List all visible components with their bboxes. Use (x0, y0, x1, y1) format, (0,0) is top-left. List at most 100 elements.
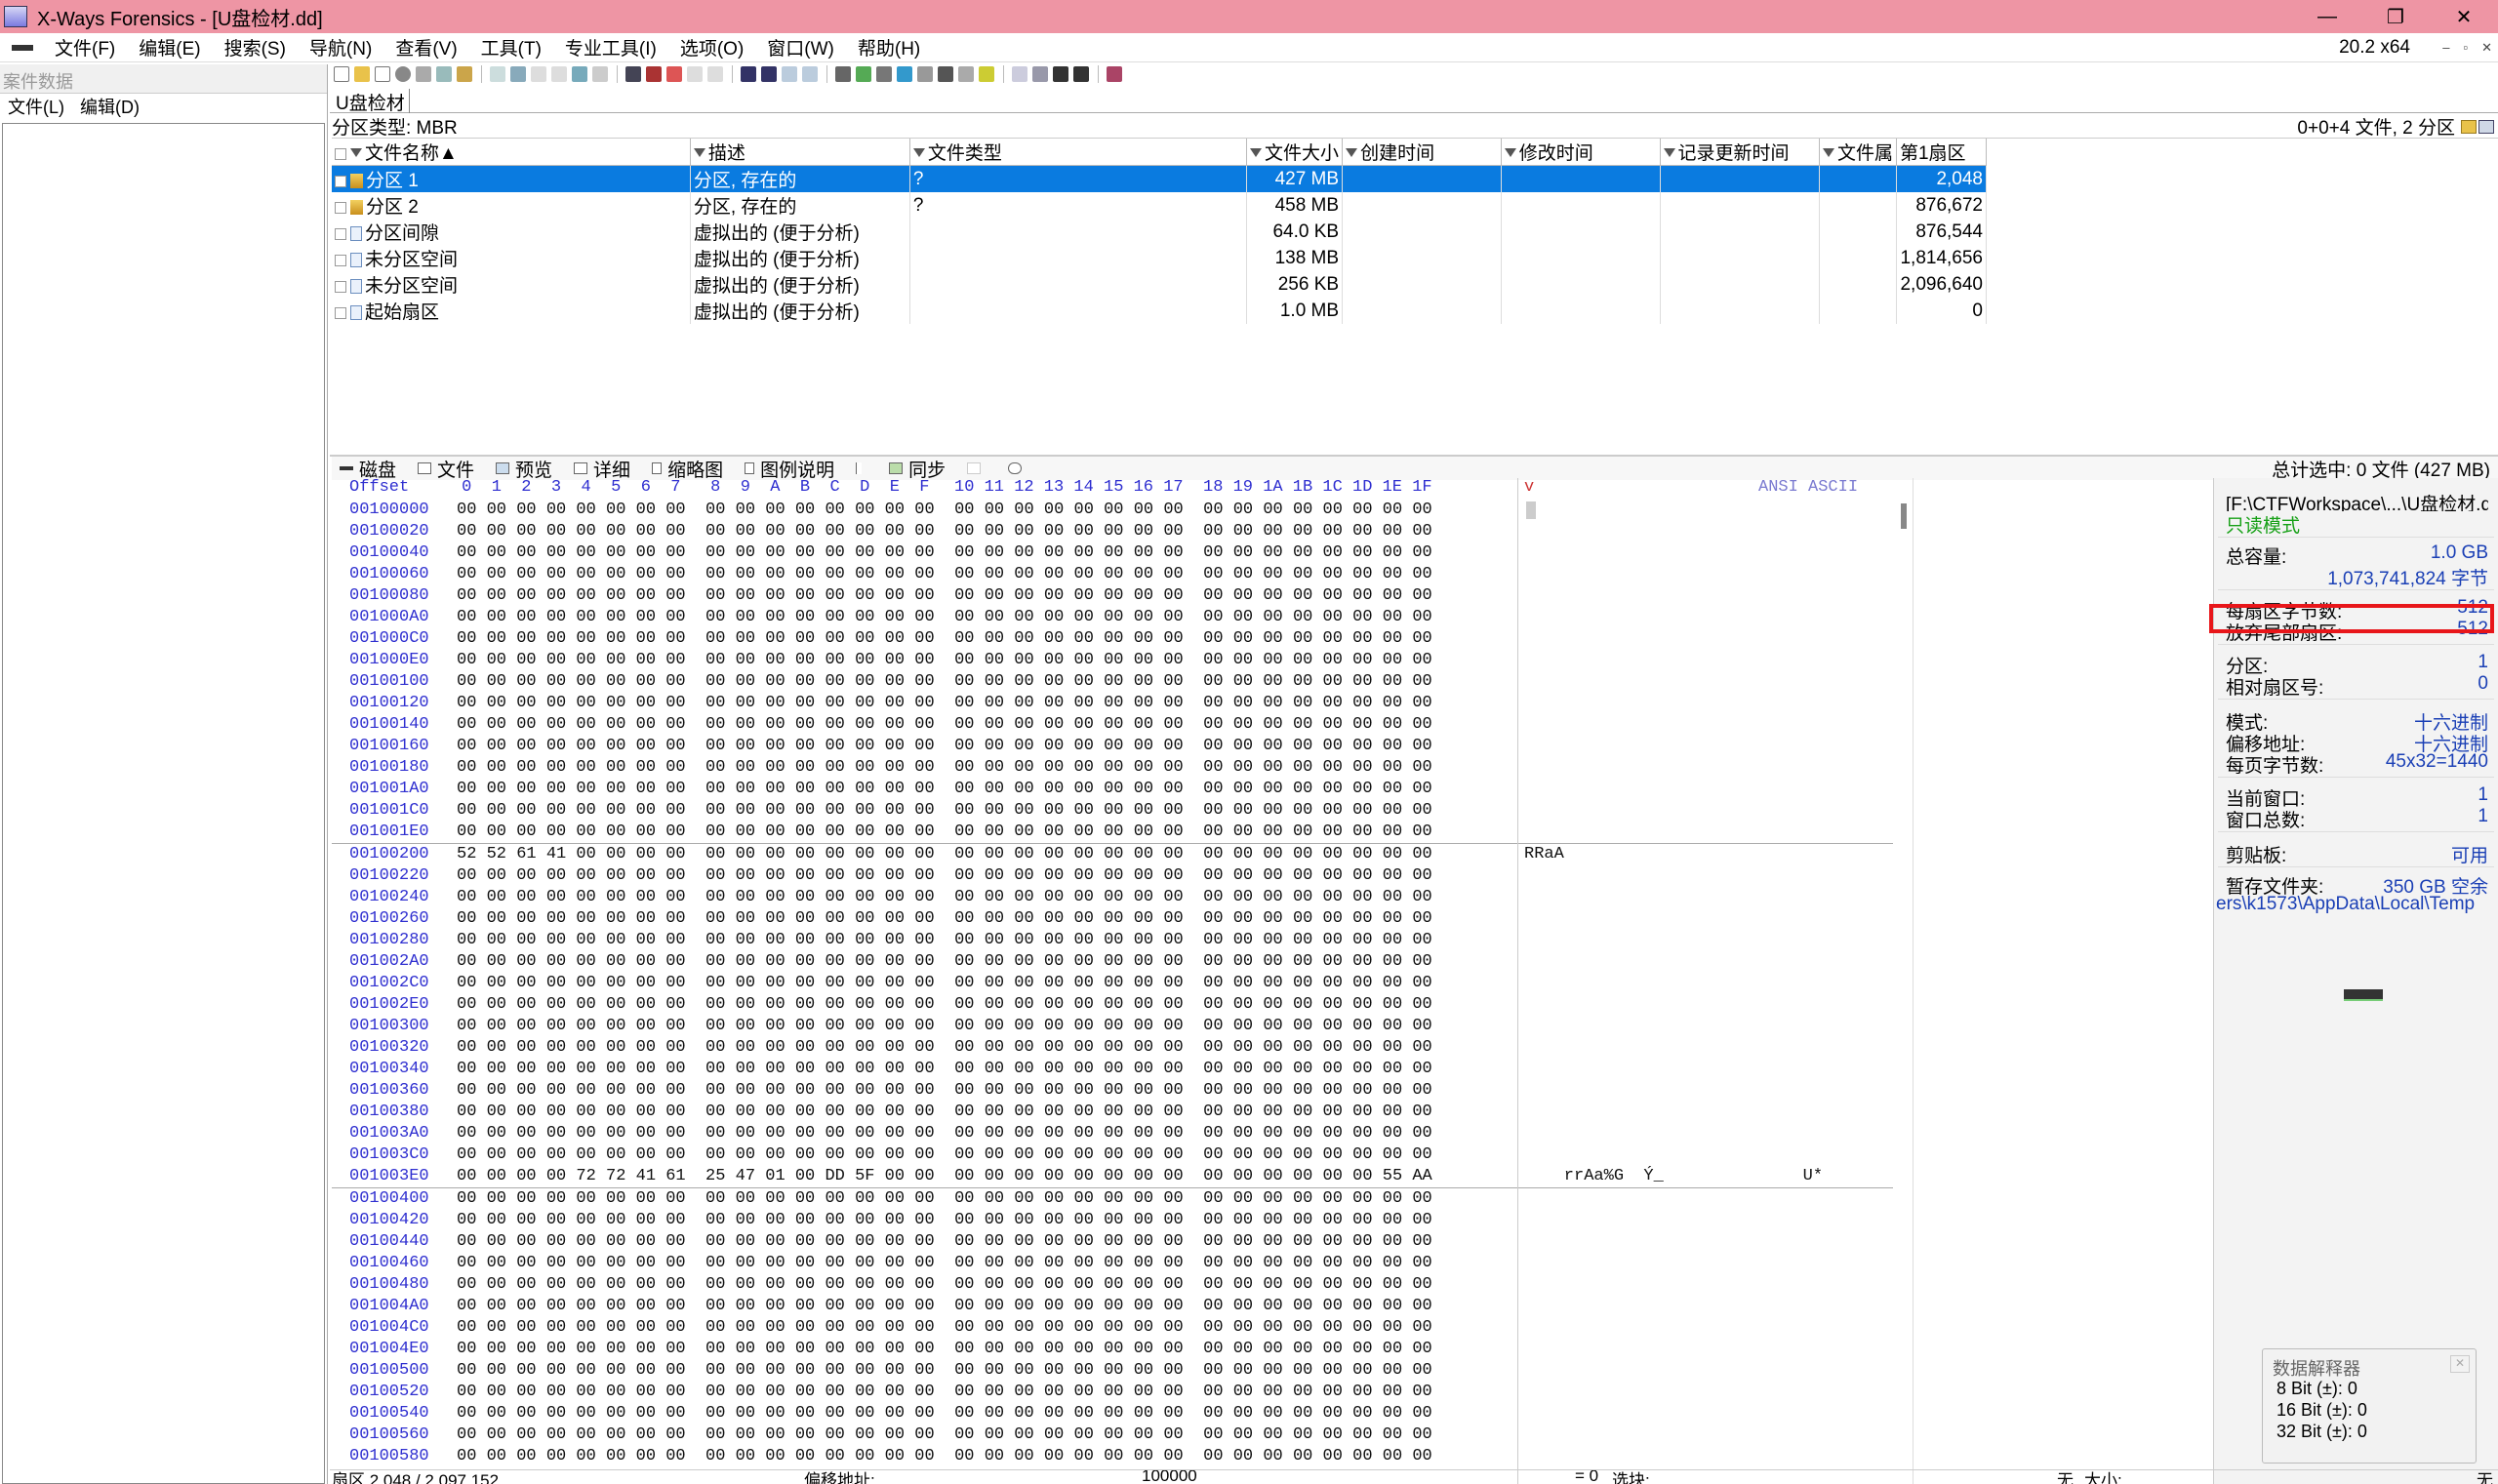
row-checkbox[interactable] (335, 227, 346, 240)
find-hex-icon[interactable] (646, 66, 662, 82)
hex-row[interactable]: 00100020 00 00 00 00 00 00 00 00 00 00 00… (332, 521, 1913, 542)
case-menu-edit[interactable]: 编辑(D) (72, 94, 147, 119)
print-icon[interactable] (416, 66, 431, 82)
column-header-size[interactable]: 文件大小 (1246, 139, 1344, 166)
column-header-created[interactable]: 创建时间 (1342, 139, 1502, 166)
properties-icon[interactable] (436, 66, 452, 82)
hex-row[interactable]: 001001A0 00 00 00 00 00 00 00 00 00 00 00… (332, 779, 1913, 800)
hex-row[interactable]: 00100480 00 00 00 00 00 00 00 00 00 00 00… (332, 1274, 1913, 1296)
hex-row[interactable]: 00100220 00 00 00 00 00 00 00 00 00 00 00… (332, 865, 1913, 887)
hex-row[interactable]: 00100440 00 00 00 00 00 00 00 00 00 00 00… (332, 1231, 1913, 1253)
table-row[interactable]: 分区 2 分区, 存在的? 458 MB 876,672 (332, 192, 1988, 219)
hex-row[interactable]: 00100420 00 00 00 00 00 00 00 00 00 00 00… (332, 1210, 1913, 1231)
flag-left-icon[interactable] (1053, 66, 1068, 82)
hex-bytes[interactable]: 00 00 00 00 00 00 00 00 00 00 00 00 00 0… (457, 1102, 1432, 1123)
hex-ascii[interactable]: RRaA (1524, 844, 1564, 865)
filter-icon[interactable] (1822, 147, 1834, 160)
paste-zero-icon[interactable] (572, 66, 587, 82)
hex-row[interactable]: 00100000 00 00 00 00 00 00 00 00 00 00 00… (332, 500, 1913, 521)
hex-row[interactable]: 00100180 00 00 00 00 00 00 00 00 00 00 00… (332, 757, 1913, 779)
hex-row[interactable]: 00100280 00 00 00 00 00 00 00 00 00 00 00… (332, 930, 1913, 951)
mdi-restore-button[interactable]: ▫ (2463, 40, 2468, 56)
hex-row[interactable]: 001000A0 00 00 00 00 00 00 00 00 00 00 00… (332, 607, 1913, 628)
hex-row[interactable]: 00100540 00 00 00 00 00 00 00 00 00 00 00… (332, 1403, 1913, 1424)
column-header-attributes[interactable]: 文件属 (1819, 139, 1897, 166)
column-header-first-sector[interactable]: 第1扇区 (1896, 139, 1988, 166)
copy-icon[interactable] (510, 66, 526, 82)
filter-icon[interactable] (1346, 147, 1358, 160)
filter-icon[interactable] (693, 147, 705, 160)
menu-tools[interactable]: 工具(T) (469, 34, 553, 60)
hex-row[interactable]: 00100580 00 00 00 00 00 00 00 00 00 00 00… (332, 1446, 1913, 1467)
hex-bytes[interactable]: 00 00 00 00 00 00 00 00 00 00 00 00 00 0… (457, 693, 1432, 714)
case-tree[interactable] (2, 123, 325, 1484)
hex-row[interactable]: 001001C0 00 00 00 00 00 00 00 00 00 00 00… (332, 800, 1913, 822)
hex-row[interactable]: 001001E0 00 00 00 00 00 00 00 00 00 00 00… (332, 822, 1913, 843)
hex-bytes[interactable]: 00 00 00 00 00 00 00 00 00 00 00 00 00 0… (457, 757, 1432, 779)
hex-row[interactable]: 00100360 00 00 00 00 00 00 00 00 00 00 00… (332, 1080, 1913, 1102)
hex-row[interactable]: 001004E0 00 00 00 00 00 00 00 00 00 00 00… (332, 1339, 1913, 1360)
hex-bytes[interactable]: 00 00 00 00 00 00 00 00 00 00 00 00 00 0… (457, 564, 1432, 585)
offset-mode-value[interactable]: 十六进制 (2414, 730, 2488, 755)
hex-row[interactable]: 001003E0 00 00 00 00 72 72 41 61 25 47 01… (332, 1166, 1913, 1187)
row-checkbox[interactable] (335, 254, 346, 266)
hex-bytes[interactable]: 00 00 00 00 00 00 00 00 00 00 00 00 00 0… (457, 930, 1432, 951)
open-folder-icon[interactable] (354, 66, 370, 82)
tab-u-disk-image[interactable]: U盘检材 (332, 89, 410, 114)
menu-search[interactable]: 搜索(S) (213, 34, 298, 60)
hex-bytes[interactable]: 00 00 00 00 00 00 00 00 00 00 00 00 00 0… (457, 1360, 1432, 1382)
hex-bytes[interactable]: 00 00 00 00 00 00 00 00 00 00 00 00 00 0… (457, 1296, 1432, 1317)
hex-editor[interactable]: Offset 0 1 2 3 4 5 6 7 8 9 A B C D E F 10 11 12 13 14 15 16 17 1… (332, 478, 2215, 1484)
options-icon[interactable] (2478, 119, 2494, 134)
menu-pro-tools[interactable]: 专业工具(I) (553, 34, 668, 60)
case-menu-file[interactable]: 文件(L) (0, 94, 72, 119)
close-button[interactable]: ✕ (2430, 0, 2498, 33)
hex-bytes[interactable]: 52 52 61 41 00 00 00 00 00 00 00 00 00 0… (457, 844, 1432, 865)
hex-row[interactable]: 001002C0 00 00 00 00 00 00 00 00 00 00 00… (332, 973, 1913, 994)
hex-bytes[interactable]: 00 00 00 00 00 00 00 00 00 00 00 00 00 0… (457, 865, 1432, 887)
snapshot-icon[interactable] (457, 66, 472, 82)
select-all-checkbox[interactable] (335, 147, 346, 160)
hex-bytes[interactable]: 00 00 00 00 00 00 00 00 00 00 00 00 00 0… (457, 542, 1432, 564)
hex-bytes[interactable]: 00 00 00 00 00 00 00 00 00 00 00 00 00 0… (457, 1037, 1432, 1059)
column-header-type[interactable]: 文件类型 (909, 139, 1248, 166)
row-checkbox[interactable] (335, 306, 346, 319)
hex-bytes[interactable]: 00 00 00 00 00 00 00 00 00 00 00 00 00 0… (457, 1274, 1432, 1296)
help-book-icon[interactable] (1107, 66, 1122, 82)
hex-row[interactable]: 00100400 00 00 00 00 00 00 00 00 00 00 00… (332, 1188, 1913, 1210)
hex-bytes[interactable]: 00 00 00 00 00 00 00 00 00 00 00 00 00 0… (457, 822, 1432, 843)
hex-row[interactable]: 00100240 00 00 00 00 00 00 00 00 00 00 00… (332, 887, 1913, 908)
hex-bytes[interactable]: 00 00 00 00 00 00 00 00 00 00 00 00 00 0… (457, 1382, 1432, 1403)
hex-row[interactable]: 001004A0 00 00 00 00 00 00 00 00 00 00 00… (332, 1296, 1913, 1317)
filter-icon[interactable] (1663, 147, 1675, 160)
new-file-icon[interactable] (334, 66, 349, 82)
hex-bytes[interactable]: 00 00 00 00 00 00 00 00 00 00 00 00 00 0… (457, 951, 1432, 973)
hex-row[interactable]: 00100100 00 00 00 00 00 00 00 00 00 00 00… (332, 671, 1913, 693)
filter-icon[interactable] (912, 147, 925, 160)
table-row[interactable]: 分区 1 分区, 存在的? 427 MB 2,048 (332, 165, 1988, 192)
forward-icon[interactable] (802, 66, 818, 82)
replace-hex-icon[interactable] (707, 66, 723, 82)
settings-toggle[interactable] (1000, 462, 1041, 474)
ascii-dropdown-icon[interactable]: v (1524, 478, 1534, 497)
table-row[interactable]: 未分区空间 虚拟出的 (便于分析) 256 KB 2,096,640 (332, 271, 1988, 298)
goto-offset-icon[interactable] (741, 66, 756, 82)
system-menu-icon[interactable] (12, 44, 33, 51)
charset-label[interactable]: ANSI ASCII (1758, 478, 1858, 497)
data-interpreter[interactable]: 数据解释器 ✕ 8 Bit (±): 0 16 Bit (±): 0 32 Bit… (2262, 1348, 2477, 1464)
vertical-scrollbar[interactable] (1901, 503, 1907, 529)
filter-icon[interactable] (350, 147, 362, 160)
hex-row[interactable]: 001000E0 00 00 00 00 00 00 00 00 00 00 00… (332, 650, 1913, 671)
hex-row[interactable]: 001002E0 00 00 00 00 00 00 00 00 00 00 00… (332, 994, 1913, 1016)
bookmark-icon[interactable] (1012, 66, 1027, 82)
hex-bytes[interactable]: 00 00 00 00 00 00 00 00 00 00 00 00 00 0… (457, 973, 1432, 994)
back-icon[interactable] (782, 66, 797, 82)
hex-bytes[interactable]: 00 00 00 00 00 00 00 00 00 00 00 00 00 0… (457, 736, 1432, 757)
hex-row[interactable]: 00100460 00 00 00 00 00 00 00 00 00 00 00… (332, 1253, 1913, 1274)
column-header-desc[interactable]: 描述 (690, 139, 910, 166)
hex-row[interactable]: 001004C0 00 00 00 00 00 00 00 00 00 00 00… (332, 1317, 1913, 1339)
menu-options[interactable]: 选项(O) (668, 34, 755, 60)
calc-icon[interactable] (897, 66, 912, 82)
row-checkbox[interactable] (335, 201, 346, 214)
hex-row[interactable]: 001003A0 00 00 00 00 00 00 00 00 00 00 00… (332, 1123, 1913, 1144)
